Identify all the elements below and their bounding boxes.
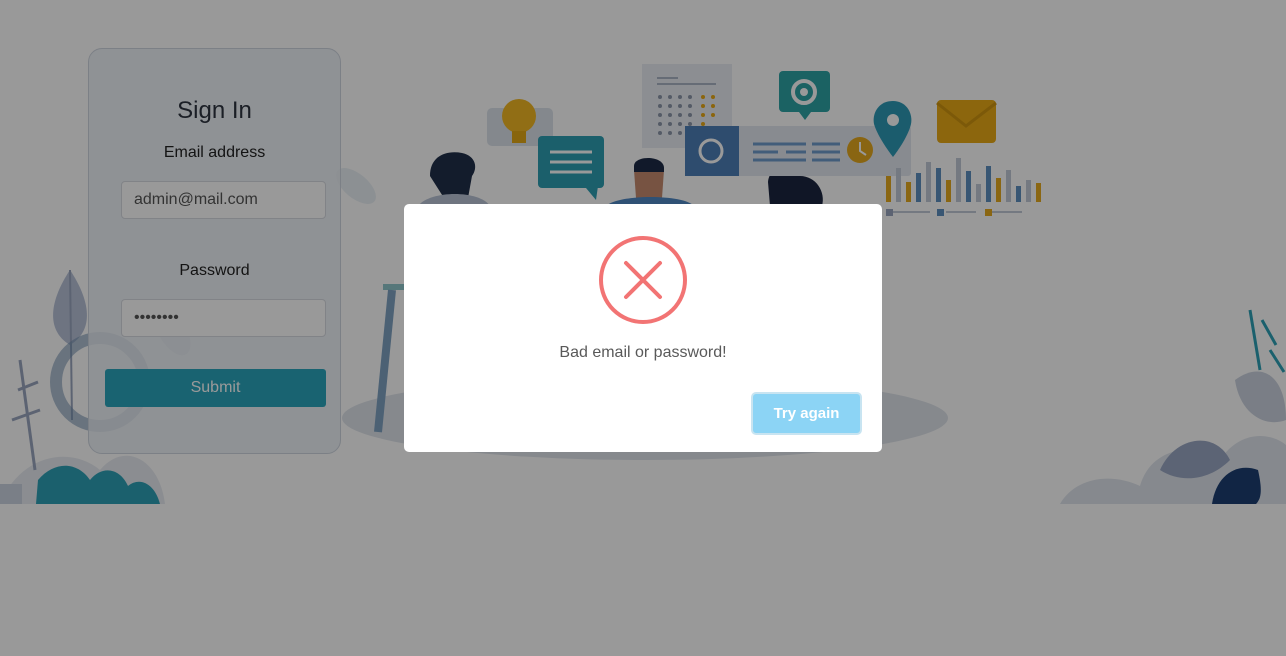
login-page: Sign In Email address Password Submit Ba… [0,0,1286,656]
error-x-icon [599,236,687,324]
error-dialog: Bad email or password! Try again [404,204,882,452]
error-message: Bad email or password! [559,344,727,361]
try-again-button[interactable]: Try again [751,392,862,435]
